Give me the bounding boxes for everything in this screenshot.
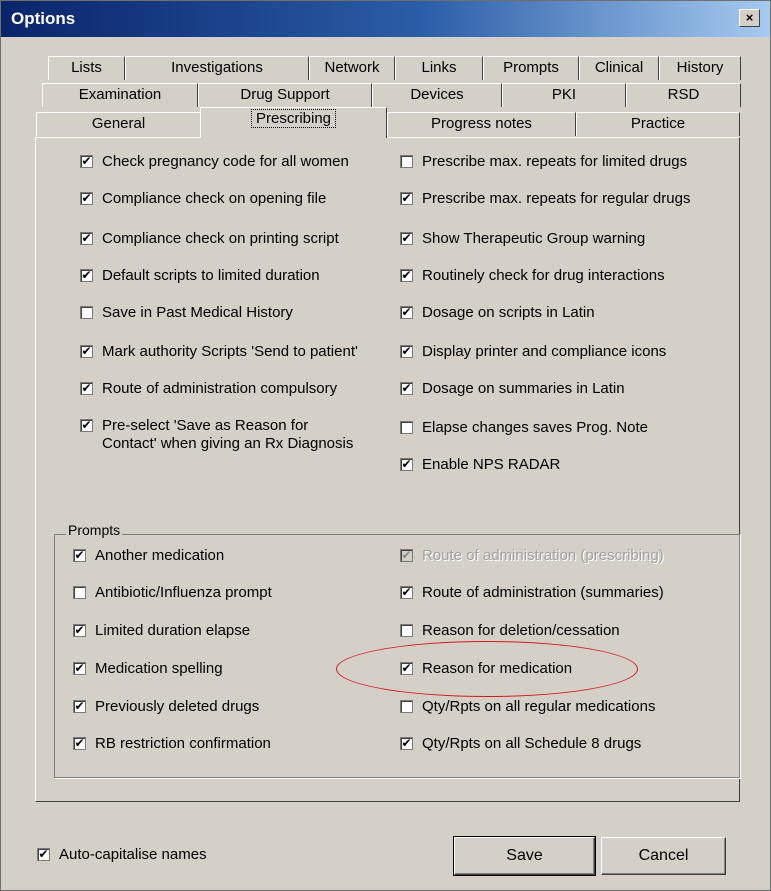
checkbox-medication-spelling[interactable]: ✔ Medication spelling bbox=[73, 660, 223, 677]
checkbox-auto-capitalise[interactable]: ✔ Auto-capitalise names bbox=[37, 846, 207, 863]
checkbox-default-scripts[interactable]: ✔ Default scripts to limited duration bbox=[80, 267, 320, 284]
checkbox-preselect-reason[interactable]: ✔ Pre-select 'Save as Reason for Contact' … bbox=[80, 417, 353, 453]
title-bar[interactable]: Options × bbox=[1, 1, 770, 37]
checkbox-elapse-changes[interactable]: Elapse changes saves Prog. Note bbox=[400, 419, 648, 436]
checkbox-max-repeats-limited[interactable]: Prescribe max. repeats for limited drugs bbox=[400, 153, 687, 170]
checkbox-box: ✔ bbox=[400, 548, 413, 562]
tab-drug-support[interactable]: Drug Support bbox=[198, 83, 372, 107]
tab-clinical[interactable]: Clinical bbox=[579, 56, 659, 80]
checkbox-qty-regular[interactable]: Qty/Rpts on all regular medications bbox=[400, 698, 655, 715]
checkbox-box[interactable]: ✔ bbox=[73, 624, 86, 637]
checkbox-antibiotic-prompt[interactable]: Antibiotic/Influenza prompt bbox=[73, 584, 272, 601]
checkbox-box[interactable]: ✔ bbox=[400, 269, 413, 282]
checkbox-dosage-scripts-latin[interactable]: ✔ Dosage on scripts in Latin bbox=[400, 304, 595, 321]
checkbox-box[interactable]: ✔ bbox=[80, 382, 93, 395]
checkbox-another-medication[interactable]: ✔ Another medication bbox=[73, 547, 224, 564]
checkbox-box[interactable]: ✔ bbox=[400, 382, 413, 395]
checkbox-max-repeats-regular[interactable]: ✔ Prescribe max. repeats for regular drug… bbox=[400, 190, 690, 207]
tab-links[interactable]: Links bbox=[395, 56, 483, 80]
prompts-group-label: Prompts bbox=[66, 522, 123, 538]
checkbox-box[interactable]: ✔ bbox=[73, 737, 86, 750]
checkbox-box[interactable]: ✔ bbox=[400, 662, 413, 675]
checkbox-box[interactable]: ✔ bbox=[80, 345, 93, 358]
checkbox-box[interactable] bbox=[73, 586, 86, 599]
tab-progress-notes[interactable]: Progress notes bbox=[387, 112, 576, 136]
tab-pki[interactable]: PKI bbox=[502, 83, 626, 107]
checkbox-box[interactable] bbox=[400, 700, 413, 713]
checkbox-box[interactable]: ✔ bbox=[73, 549, 86, 562]
checkbox-nps-radar[interactable]: ✔ Enable NPS RADAR bbox=[400, 456, 560, 473]
close-icon[interactable]: × bbox=[739, 9, 760, 27]
checkbox-previously-deleted[interactable]: ✔ Previously deleted drugs bbox=[73, 698, 259, 715]
checkbox-box[interactable] bbox=[400, 421, 413, 434]
checkbox-box[interactable]: ✔ bbox=[400, 192, 413, 205]
checkbox-dosage-summaries-latin[interactable]: ✔ Dosage on summaries in Latin bbox=[400, 380, 625, 397]
window-title: Options bbox=[11, 9, 76, 28]
checkbox-drug-interactions[interactable]: ✔ Routinely check for drug interactions bbox=[400, 267, 665, 284]
checkbox-box[interactable] bbox=[400, 155, 413, 168]
checkbox-reason-medication[interactable]: ✔ Reason for medication bbox=[400, 660, 572, 677]
checkbox-route-prescribing: ✔ Route of administration (prescribing) bbox=[400, 547, 664, 564]
tab-practice[interactable]: Practice bbox=[576, 112, 740, 136]
tab-general[interactable]: General bbox=[36, 112, 201, 136]
checkbox-box[interactable]: ✔ bbox=[80, 155, 93, 168]
tab-prompts[interactable]: Prompts bbox=[483, 56, 579, 80]
label-line-1: Pre-select 'Save as Reason for bbox=[102, 417, 309, 434]
checkbox-box[interactable]: ✔ bbox=[73, 700, 86, 713]
checkbox-box[interactable]: ✔ bbox=[80, 232, 93, 245]
tab-network[interactable]: Network bbox=[309, 56, 395, 80]
checkbox-check-pregnancy[interactable]: ✔ Check pregnancy code for all women bbox=[80, 153, 349, 170]
checkbox-route-summaries[interactable]: ✔ Route of administration (summaries) bbox=[400, 584, 664, 601]
label-line-2: Contact' when giving an Rx Diagnosis bbox=[102, 435, 354, 452]
checkbox-rb-restriction[interactable]: ✔ RB restriction confirmation bbox=[73, 735, 271, 752]
checkbox-compliance-printing[interactable]: ✔ Compliance check on printing script bbox=[80, 230, 339, 247]
checkbox-box[interactable]: ✔ bbox=[80, 419, 93, 432]
checkbox-printer-icons[interactable]: ✔ Display printer and compliance icons bbox=[400, 343, 666, 360]
checkbox-route-compulsory[interactable]: ✔ Route of administration compulsory bbox=[80, 380, 337, 397]
save-button[interactable]: Save bbox=[453, 836, 596, 876]
tab-devices[interactable]: Devices bbox=[372, 83, 502, 107]
checkbox-box[interactable] bbox=[400, 624, 413, 637]
checkbox-save-past-history[interactable]: Save in Past Medical History bbox=[80, 304, 293, 321]
checkbox-box[interactable]: ✔ bbox=[400, 458, 413, 471]
checkbox-box[interactable]: ✔ bbox=[400, 232, 413, 245]
cancel-button[interactable]: Cancel bbox=[601, 837, 726, 875]
checkbox-therapeutic-warning[interactable]: ✔ Show Therapeutic Group warning bbox=[400, 230, 645, 247]
checkbox-box[interactable]: ✔ bbox=[73, 662, 86, 675]
checkbox-box[interactable]: ✔ bbox=[400, 737, 413, 750]
checkbox-box[interactable]: ✔ bbox=[37, 848, 50, 861]
checkbox-box[interactable]: ✔ bbox=[400, 345, 413, 358]
checkbox-mark-authority[interactable]: ✔ Mark authority Scripts 'Send to patient… bbox=[80, 343, 358, 360]
checkbox-limited-duration-elapse[interactable]: ✔ Limited duration elapse bbox=[73, 622, 250, 639]
checkbox-box[interactable]: ✔ bbox=[400, 586, 413, 599]
tab-rsd[interactable]: RSD bbox=[626, 83, 741, 107]
checkbox-reason-deletion[interactable]: Reason for deletion/cessation bbox=[400, 622, 620, 639]
tab-lists[interactable]: Lists bbox=[48, 56, 125, 80]
tab-prescribing[interactable]: Prescribing bbox=[200, 107, 387, 138]
tab-investigations[interactable]: Investigations bbox=[125, 56, 309, 80]
tab-history[interactable]: History bbox=[659, 56, 741, 80]
options-dialog: Options × Lists Investigations Network L… bbox=[0, 0, 771, 891]
tab-examination[interactable]: Examination bbox=[42, 83, 198, 107]
checkbox-qty-schedule8[interactable]: ✔ Qty/Rpts on all Schedule 8 drugs bbox=[400, 735, 641, 752]
checkbox-box[interactable]: ✔ bbox=[80, 269, 93, 282]
checkbox-box[interactable]: ✔ bbox=[80, 192, 93, 205]
checkbox-box[interactable] bbox=[80, 306, 93, 319]
checkbox-compliance-opening[interactable]: ✔ Compliance check on opening file bbox=[80, 190, 326, 207]
checkbox-box[interactable]: ✔ bbox=[400, 306, 413, 319]
